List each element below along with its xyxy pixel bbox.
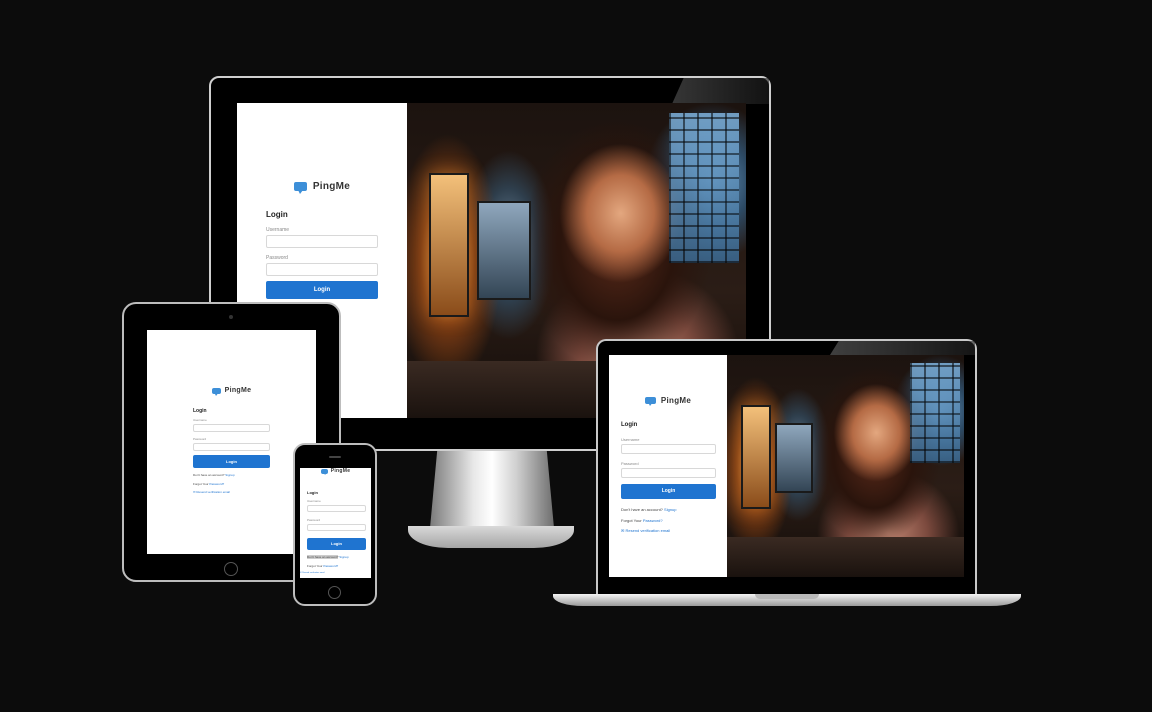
login-button[interactable]: Login	[307, 538, 366, 550]
login-button[interactable]: Login	[193, 455, 270, 468]
no-account-text: Don't have an account?	[621, 507, 663, 512]
username-label: Username	[266, 227, 290, 233]
username-input[interactable]	[193, 424, 270, 432]
username-label: Username	[193, 418, 207, 422]
tablet-camera	[229, 315, 233, 319]
brand-name: PingMe	[312, 181, 351, 192]
login-heading: Login	[193, 408, 207, 414]
forgot-row: Forgot Your Password?	[621, 518, 663, 523]
signup-link[interactable]: Signup	[339, 555, 348, 559]
login-button[interactable]: Login	[621, 484, 716, 499]
password-input[interactable]	[266, 263, 378, 276]
forgot-text: Forgot Your	[621, 518, 642, 523]
desktop-logo: PingMe	[237, 181, 407, 195]
resend-verification-link[interactable]: Resend verification email	[196, 490, 230, 494]
password-label: Password	[621, 461, 639, 466]
phone-login-panel: PingMe Login Username Password Login Don…	[300, 468, 371, 578]
monitor-glow	[741, 405, 771, 509]
phone-logo: PingMe	[300, 468, 371, 476]
tablet-logo: PingMe	[147, 387, 316, 396]
forgot-text: Forgot Your	[307, 564, 323, 568]
resend-row: ✉ Resend verification email	[193, 490, 230, 494]
brand-name: PingMe	[660, 396, 692, 405]
laptop-login-panel: PingMe Login Username Password Login Don…	[609, 355, 727, 577]
username-input[interactable]	[307, 505, 366, 512]
chat-bubble-icon	[644, 397, 656, 407]
window-blinds	[910, 363, 960, 463]
forgot-row: Forgot Your Password?	[193, 482, 224, 486]
resend-verification-link[interactable]: Resend verification email	[302, 572, 324, 574]
password-label: Password	[307, 518, 321, 522]
monitor-glare	[672, 78, 769, 104]
forgot-text: Forgot Your	[193, 482, 209, 486]
username-label: Username	[307, 499, 321, 503]
password-label: Password	[266, 255, 288, 261]
monitor-stand-base	[408, 526, 574, 548]
login-button[interactable]: Login	[266, 281, 378, 299]
phone-home-button[interactable]	[328, 586, 341, 599]
hero-photo	[727, 355, 964, 577]
resend-row: ✉ Resend verification email	[621, 528, 670, 533]
chat-bubble-icon	[211, 387, 221, 396]
signup-link[interactable]: Signup	[664, 507, 676, 512]
password-input[interactable]	[307, 524, 366, 531]
window-blinds	[669, 113, 739, 263]
chat-bubble-icon	[293, 182, 307, 195]
laptop-glare	[830, 341, 975, 355]
username-input[interactable]	[621, 444, 716, 454]
laptop-logo: PingMe	[609, 396, 727, 407]
username-label: Username	[621, 437, 640, 442]
signup-link[interactable]: Signup	[225, 473, 234, 477]
password-input[interactable]	[193, 443, 270, 451]
no-account-text: Don't have an account?	[307, 555, 339, 559]
tablet-home-button[interactable]	[224, 562, 238, 576]
monitor-glow	[429, 173, 469, 317]
signup-row: Don't have an account? Signup	[621, 507, 677, 512]
forgot-row: Forgot Your Password?	[307, 564, 338, 568]
monitor-stand	[430, 448, 554, 528]
brand-name: PingMe	[224, 387, 252, 394]
no-account-text: Don't have an account?	[193, 473, 225, 477]
phone-speaker	[329, 456, 341, 458]
signup-row: Don't have an account? Signup	[307, 555, 349, 559]
resend-verification-link[interactable]: Resend verification email	[625, 528, 670, 533]
tablet-login-panel: PingMe Login Username Password Login Don…	[147, 330, 316, 554]
brand-name: PingMe	[330, 468, 351, 474]
password-label: Password	[193, 437, 207, 441]
forgot-password-link[interactable]: Password?	[643, 518, 663, 523]
side-monitor	[775, 423, 813, 493]
side-monitor	[477, 201, 531, 300]
signup-row: Don't have an account? Signup	[193, 473, 235, 477]
login-heading: Login	[621, 422, 638, 428]
desk	[727, 537, 964, 577]
mail-icon: ✉	[621, 528, 625, 533]
password-input[interactable]	[621, 468, 716, 478]
resend-row: ✉ Resend verification email	[300, 572, 325, 574]
username-input[interactable]	[266, 235, 378, 248]
login-heading: Login	[266, 210, 288, 219]
laptop-trackpad-notch	[755, 594, 819, 599]
forgot-password-link[interactable]: Password?	[209, 482, 224, 486]
forgot-password-link[interactable]: Password?	[323, 564, 338, 568]
login-heading: Login	[307, 490, 318, 495]
chat-bubble-icon	[320, 468, 328, 476]
